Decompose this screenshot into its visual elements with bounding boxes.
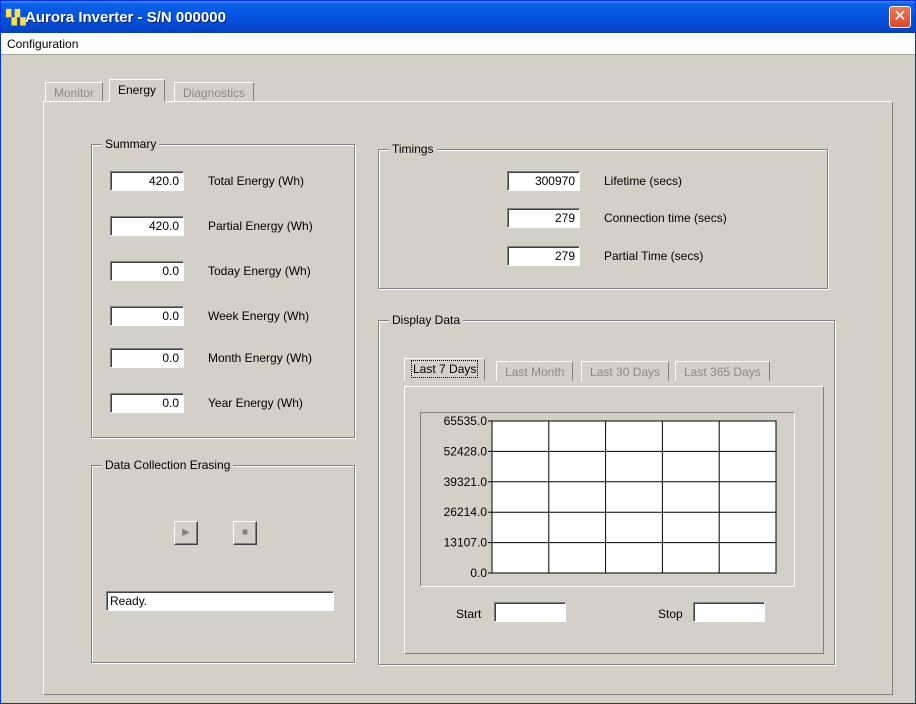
tab-last-365-days[interactable]: Last 365 Days [675, 361, 770, 381]
chart-y-tick-label: 26214.0 [444, 505, 488, 519]
week-energy-label: Week Energy (Wh) [208, 309, 310, 323]
timings-group: Timings 300970 Lifetime (secs) 279 Conne… [378, 142, 828, 289]
total-energy-label: Total Energy (Wh) [208, 174, 305, 188]
chart-y-tick-label: 0.0 [470, 566, 487, 580]
partial-energy-field: 420.0 [110, 216, 184, 236]
connection-time-label: Connection time (secs) [604, 211, 727, 225]
tab-last-month[interactable]: Last Month [496, 361, 574, 381]
start-date-field[interactable] [494, 602, 566, 622]
chart-y-tick-label: 39321.0 [444, 475, 488, 489]
total-energy-field: 420.0 [110, 171, 184, 191]
play-icon: ▶ [182, 527, 190, 538]
close-button[interactable]: ✕ [889, 6, 911, 28]
energy-chart: 65535.0 52428.0 39321.0 26214.0 13107.0 0.0 [444, 414, 777, 580]
today-energy-label: Today Energy (Wh) [208, 264, 311, 278]
menu-configuration[interactable]: Configuration [7, 37, 78, 51]
display-legend: Display Data [389, 313, 464, 327]
tab-last-30-days[interactable]: Last 30 Days [581, 361, 670, 381]
lifetime-label: Lifetime (secs) [604, 174, 683, 188]
energy-panel: Summary 420.0 Total Energy (Wh) 420.0 Pa… [43, 101, 893, 695]
stop-label: Stop [658, 607, 683, 621]
tab-diagnostics[interactable]: Diagnostics [174, 82, 255, 102]
tab-last-7-days[interactable]: Last 7 Days [404, 358, 486, 381]
year-energy-field: 0.0 [110, 393, 184, 413]
chart-plot-area [491, 420, 777, 574]
menu-bar: Configuration [1, 33, 915, 55]
chart-y-tick-label: 13107.0 [444, 536, 488, 550]
partial-time-label: Partial Time (secs) [604, 249, 704, 263]
erasing-legend: Data Collection Erasing [102, 458, 234, 472]
lifetime-field: 300970 [507, 171, 580, 191]
chart-frame: 65535.0 52428.0 39321.0 26214.0 13107.0 0.0 [420, 412, 795, 587]
client-area: Monitor Energy Diagnostics Summary 420.0… [1, 56, 915, 703]
last-7-days-panel: 65535.0 52428.0 39321.0 26214.0 13107.0 0.0 S… [404, 386, 824, 654]
start-label: Start [456, 607, 482, 621]
erase-status-field: Ready. [106, 591, 334, 611]
chart-y-tick-label: 52428.0 [444, 444, 488, 458]
window-title: Aurora Inverter - S/N 000000 [25, 9, 226, 26]
month-energy-label: Month Energy (Wh) [208, 351, 313, 365]
summary-group: Summary 420.0 Total Energy (Wh) 420.0 Pa… [91, 137, 355, 438]
partial-energy-label: Partial Energy (Wh) [208, 219, 313, 233]
timings-legend: Timings [389, 142, 437, 156]
year-energy-label: Year Energy (Wh) [208, 396, 303, 410]
stop-date-field[interactable] [693, 602, 765, 622]
partial-time-field: 279 [507, 246, 580, 266]
tab-monitor[interactable]: Monitor [45, 82, 104, 102]
today-energy-field: 0.0 [110, 261, 184, 281]
tab-last-7-days-label: Last 7 Days [410, 360, 479, 378]
tab-energy[interactable]: Energy [109, 79, 166, 102]
app-window: ▚▚ Aurora Inverter - S/N 000000 ✕ Config… [0, 0, 916, 704]
stop-icon: ■ [241, 527, 249, 538]
month-energy-field: 0.0 [110, 348, 184, 368]
erasing-group: Data Collection Erasing ▶ ■ Ready. [91, 458, 355, 663]
chart-y-tick-label: 65535.0 [444, 414, 488, 428]
connection-time-field: 279 [507, 208, 580, 228]
app-logo-icon: ▚▚ [6, 9, 25, 25]
week-energy-field: 0.0 [110, 306, 184, 326]
title-bar[interactable]: ▚▚ Aurora Inverter - S/N 000000 ✕ [1, 1, 915, 33]
display-data-group: Display Data Last 7 Days Last Month Last… [378, 313, 835, 665]
stop-erase-button[interactable]: ■ [233, 521, 257, 545]
summary-legend: Summary [102, 137, 160, 151]
start-erase-button[interactable]: ▶ [174, 521, 198, 545]
